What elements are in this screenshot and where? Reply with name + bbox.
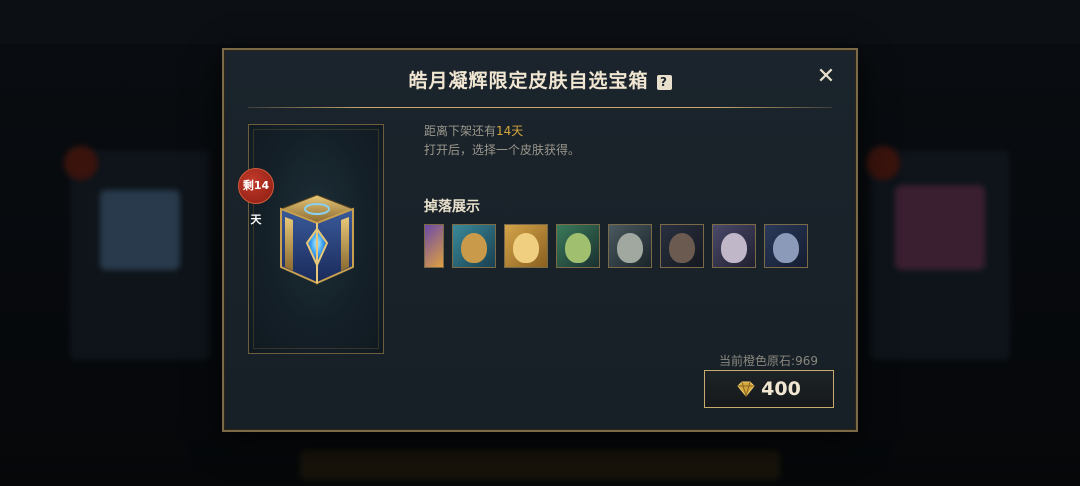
time-remaining-line: 距离下架还有14天 — [424, 122, 523, 139]
chest-card — [248, 124, 384, 354]
skin-portrait-icon[interactable] — [660, 224, 704, 268]
days-remaining-badge: 剩14天 — [238, 168, 274, 226]
chest-modal: 皓月凝辉限定皮肤自选宝箱? ✕ 剩14天 距离下架还有14天 打开后，选择一个皮… — [222, 48, 858, 432]
close-icon: ✕ — [816, 64, 836, 89]
modal-title: 皓月凝辉限定皮肤自选宝箱? — [224, 66, 856, 93]
modal-title-text: 皓月凝辉限定皮肤自选宝箱 — [408, 70, 649, 92]
chest-icon — [279, 194, 355, 285]
title-divider — [248, 107, 832, 108]
skin-portrait-icon[interactable] — [556, 224, 600, 268]
time-remaining-value: 14天 — [496, 124, 524, 138]
price-label: 400 — [761, 378, 801, 400]
question-icon[interactable]: ? — [656, 75, 672, 90]
drops-list — [424, 224, 816, 270]
skin-portrait-icon[interactable] — [504, 224, 548, 268]
skin-portrait-icon[interactable] — [424, 224, 444, 268]
skin-portrait-icon[interactable] — [608, 224, 652, 268]
skin-portrait-icon[interactable] — [712, 224, 756, 268]
close-button[interactable]: ✕ — [816, 64, 836, 89]
drops-title: 掉落展示 — [424, 199, 480, 215]
purchase-button[interactable]: 400 — [704, 370, 834, 408]
skin-portrait-icon[interactable] — [452, 224, 496, 268]
time-remaining-prefix: 距离下架还有 — [424, 124, 497, 138]
orange-essence-balance: 当前橙色原石:969 — [719, 354, 818, 368]
skin-portrait-icon[interactable] — [764, 224, 808, 268]
orange-essence-icon — [737, 381, 755, 397]
chest-description: 打开后，选择一个皮肤获得。 — [424, 143, 581, 157]
